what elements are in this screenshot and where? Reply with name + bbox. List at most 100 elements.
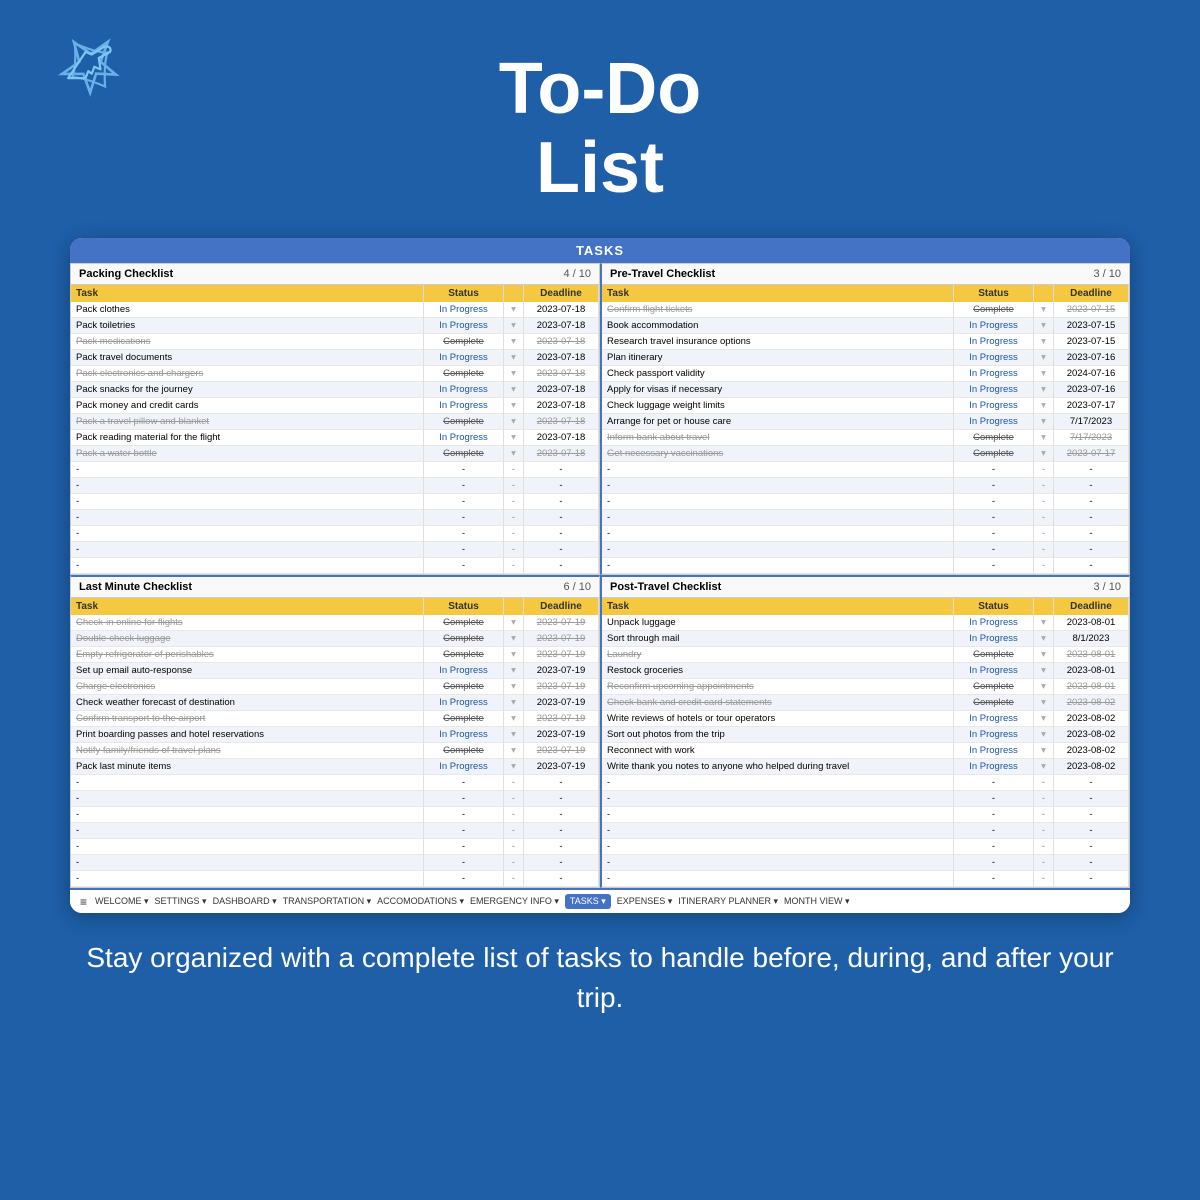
empty-arrow: -: [1034, 542, 1054, 558]
empty-deadline: -: [1054, 542, 1129, 558]
table-row: Apply for visas if necessary In Progress…: [602, 382, 1129, 398]
footer-text: Stay organized with a complete list of t…: [0, 913, 1200, 1016]
nav-bar: ≡ WELCOME ▾ SETTINGS ▾ DASHBOARD ▾ TRANSPOR…: [70, 888, 1130, 913]
plane-icon: [55, 30, 125, 105]
task-name: Pack snacks for the journey: [71, 382, 424, 398]
nav-item-expenses[interactable]: EXPENSES ▾: [617, 896, 673, 907]
task-deadline: 2023-07-19: [524, 631, 599, 647]
empty-task: -: [71, 526, 424, 542]
task-status: In Progress: [954, 414, 1034, 430]
task-name: Inform bank about travel: [602, 430, 954, 446]
packing-col-sep: [504, 285, 524, 302]
nav-item-settings[interactable]: SETTINGS ▾: [155, 896, 207, 907]
task-deadline: 2023-07-18: [524, 430, 599, 446]
empty-status: -: [424, 823, 504, 839]
empty-row: - - - -: [602, 839, 1129, 855]
empty-status: -: [424, 775, 504, 791]
task-status: In Progress: [424, 663, 504, 679]
nav-item-month-view[interactable]: MONTH VIEW ▾: [784, 896, 850, 907]
nav-item-itinerary-planner[interactable]: ITINERARY PLANNER ▾: [678, 896, 778, 907]
empty-status: -: [954, 542, 1034, 558]
task-arrow: ▾: [1034, 334, 1054, 350]
empty-arrow: -: [504, 478, 524, 494]
task-deadline: 2023-07-19: [524, 743, 599, 759]
table-row: Pack travel documents In Progress ▾ 2023…: [71, 350, 599, 366]
empty-status: -: [424, 839, 504, 855]
empty-arrow: -: [504, 462, 524, 478]
empty-row: - - - -: [71, 823, 599, 839]
task-deadline: 2023-07-19: [524, 679, 599, 695]
empty-row: - - - -: [71, 807, 599, 823]
table-row: Write thank you notes to anyone who help…: [602, 759, 1129, 775]
task-name: Sort out photos from the trip: [602, 727, 954, 743]
task-arrow: ▾: [504, 759, 524, 775]
empty-deadline: -: [524, 823, 599, 839]
table-row: Reconnect with work In Progress ▾ 2023-0…: [602, 743, 1129, 759]
nav-item-emergency-info[interactable]: EMERGENCY INFO ▾: [470, 896, 559, 907]
empty-row: - - - -: [602, 871, 1129, 887]
empty-row: - - - -: [71, 526, 599, 542]
table-row: Check luggage weight limits In Progress …: [602, 398, 1129, 414]
empty-deadline: -: [524, 542, 599, 558]
task-deadline: 2023-08-02: [1054, 695, 1129, 711]
task-arrow: ▾: [504, 727, 524, 743]
task-status: Complete: [424, 743, 504, 759]
task-deadline: 2023-08-02: [1054, 743, 1129, 759]
task-deadline: 8/1/2023: [1054, 631, 1129, 647]
spreadsheet-title: TASKS: [70, 238, 1130, 263]
empty-task: -: [602, 526, 954, 542]
pretravel-col-task: Task: [602, 285, 954, 302]
empty-arrow: -: [504, 791, 524, 807]
nav-item-transportation[interactable]: TRANSPORTATION ▾: [283, 896, 372, 907]
nav-item-accomodations[interactable]: ACCOMODATIONS ▾: [377, 896, 464, 907]
task-name: Laundry: [602, 647, 954, 663]
empty-row: - - - -: [602, 558, 1129, 574]
lastminute-quadrant: Last Minute Checklist 6 / 10 Task Status…: [70, 575, 600, 888]
task-arrow: ▾: [504, 430, 524, 446]
empty-row: - - - -: [602, 494, 1129, 510]
task-arrow: ▾: [1034, 727, 1054, 743]
pretravel-col-deadline: Deadline: [1054, 285, 1129, 302]
table-row: Pack a water bottle Complete ▾ 2023-07-1…: [71, 446, 599, 462]
task-status: In Progress: [424, 318, 504, 334]
empty-task: -: [602, 558, 954, 574]
empty-status: -: [424, 558, 504, 574]
nav-item-tasks[interactable]: TASKS ▾: [565, 894, 611, 909]
task-deadline: 2023-08-02: [1054, 711, 1129, 727]
empty-arrow: -: [1034, 775, 1054, 791]
hamburger-icon[interactable]: ≡: [80, 895, 87, 909]
empty-deadline: -: [524, 807, 599, 823]
task-status: In Progress: [424, 350, 504, 366]
empty-deadline: -: [524, 494, 599, 510]
empty-deadline: -: [524, 839, 599, 855]
empty-task: -: [71, 478, 424, 494]
task-name: Pack reading material for the flight: [71, 430, 424, 446]
task-deadline: 2023-07-16: [1054, 350, 1129, 366]
empty-deadline: -: [1054, 839, 1129, 855]
task-name: Plan itinerary: [602, 350, 954, 366]
task-deadline: 2023-07-18: [524, 334, 599, 350]
empty-status: -: [954, 839, 1034, 855]
empty-arrow: -: [504, 526, 524, 542]
empty-arrow: -: [1034, 526, 1054, 542]
packing-col-task: Task: [71, 285, 424, 302]
empty-status: -: [954, 775, 1034, 791]
empty-status: -: [954, 823, 1034, 839]
empty-status: -: [954, 855, 1034, 871]
empty-task: -: [71, 823, 424, 839]
empty-arrow: -: [1034, 478, 1054, 494]
empty-row: - - - -: [71, 791, 599, 807]
table-row: Confirm transport to the airport Complet…: [71, 711, 599, 727]
empty-status: -: [424, 478, 504, 494]
task-status: In Progress: [954, 382, 1034, 398]
nav-item-dashboard[interactable]: DASHBOARD ▾: [213, 896, 277, 907]
pretravel-col-sep: [1034, 285, 1054, 302]
empty-deadline: -: [524, 775, 599, 791]
task-deadline: 2023-07-18: [524, 446, 599, 462]
empty-arrow: -: [504, 558, 524, 574]
empty-task: -: [71, 558, 424, 574]
empty-row: - - - -: [602, 855, 1129, 871]
nav-item-welcome[interactable]: WELCOME ▾: [95, 896, 149, 907]
empty-deadline: -: [1054, 791, 1129, 807]
task-arrow: ▾: [1034, 318, 1054, 334]
